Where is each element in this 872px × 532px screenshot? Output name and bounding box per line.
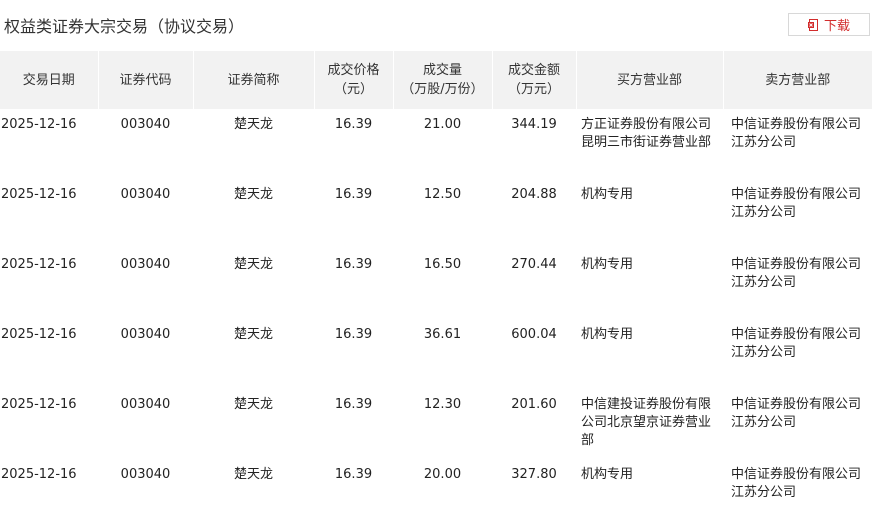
cell-security-code: 003040 <box>120 187 171 202</box>
header-seller-branch: 卖方营业部 <box>722 51 872 109</box>
cell-buyer-branch: 机构专用 <box>581 467 634 482</box>
table-row: 2025-12-16 003040 楚天龙 16.39 36.61 600.04… <box>0 319 872 389</box>
cell-price: 16.39 <box>334 257 373 272</box>
header-security-code: 证券代码 <box>97 51 193 109</box>
cell-buyer-branch: 方正证券股份有限公司昆明三市街证券营业部 <box>581 117 712 150</box>
cell-buyer-branch: 机构专用 <box>581 327 634 342</box>
cell-buyer-branch: 机构专用 <box>581 257 634 272</box>
download-file-icon <box>807 18 819 31</box>
header-buyer-branch: 买方营业部 <box>575 51 723 109</box>
cell-seller-branch: 中信证券股份有限公司江苏分公司 <box>731 257 862 290</box>
cell-security-name: 楚天龙 <box>233 257 273 272</box>
cell-volume: 36.61 <box>423 327 462 342</box>
table-row: 2025-12-16 003040 楚天龙 16.39 16.50 270.44… <box>0 249 872 319</box>
cell-amount: 600.04 <box>511 327 557 342</box>
block-trade-table: 交易日期 证券代码 证券简称 成交价格 （元） 成交量 （万股/万份） 成交金额 （万… <box>0 51 872 517</box>
cell-security-name: 楚天龙 <box>233 187 273 202</box>
cell-security-name: 楚天龙 <box>233 397 273 412</box>
cell-volume: 20.00 <box>423 467 462 482</box>
header-trade-date: 交易日期 <box>0 51 98 109</box>
header-price: 成交价格 （元） <box>313 51 393 109</box>
cell-security-code: 003040 <box>120 467 171 482</box>
table-row: 2025-12-16 003040 楚天龙 16.39 12.30 201.60… <box>0 389 872 459</box>
header-volume: 成交量 （万股/万份） <box>392 51 492 109</box>
cell-price: 16.39 <box>334 467 373 482</box>
cell-trade-date: 2025-12-16 <box>1 187 77 202</box>
cell-security-code: 003040 <box>120 257 171 272</box>
cell-price: 16.39 <box>334 187 373 202</box>
cell-buyer-branch: 中信建投证券股份有限公司北京望京证券营业部 <box>581 397 712 448</box>
table-header-row: 交易日期 证券代码 证券简称 成交价格 （元） 成交量 （万股/万份） 成交金额 （万… <box>0 51 872 109</box>
download-label: 下载 <box>823 19 850 34</box>
cell-seller-branch: 中信证券股份有限公司江苏分公司 <box>731 327 862 360</box>
cell-trade-date: 2025-12-16 <box>1 327 77 342</box>
cell-seller-branch: 中信证券股份有限公司江苏分公司 <box>731 187 862 220</box>
cell-security-name: 楚天龙 <box>233 327 273 342</box>
cell-price: 16.39 <box>334 117 373 132</box>
table-row: 2025-12-16 003040 楚天龙 16.39 21.00 344.19… <box>0 109 872 179</box>
page-title: 权益类证券大宗交易（协议交易） <box>4 17 245 36</box>
cell-seller-branch: 中信证券股份有限公司江苏分公司 <box>731 397 862 430</box>
cell-seller-branch: 中信证券股份有限公司江苏分公司 <box>731 467 862 500</box>
cell-amount: 204.88 <box>511 187 557 202</box>
cell-buyer-branch: 机构专用 <box>581 187 634 202</box>
download-button[interactable]: 下载 <box>788 13 870 36</box>
cell-amount: 344.19 <box>511 117 557 132</box>
cell-price: 16.39 <box>334 397 373 412</box>
cell-amount: 270.44 <box>511 257 557 272</box>
header-security-name: 证券简称 <box>192 51 314 109</box>
cell-trade-date: 2025-12-16 <box>1 397 77 412</box>
header-amount: 成交金额 （万元） <box>491 51 576 109</box>
cell-volume: 16.50 <box>423 257 462 272</box>
cell-security-code: 003040 <box>120 327 171 342</box>
cell-volume: 21.00 <box>423 117 462 132</box>
cell-volume: 12.50 <box>423 187 462 202</box>
table-row: 2025-12-16 003040 楚天龙 16.39 20.00 327.80… <box>0 459 872 517</box>
cell-seller-branch: 中信证券股份有限公司江苏分公司 <box>731 117 862 150</box>
page-header: 权益类证券大宗交易（协议交易） 下载 <box>0 0 872 50</box>
cell-trade-date: 2025-12-16 <box>1 257 77 272</box>
cell-security-code: 003040 <box>120 117 171 132</box>
cell-security-name: 楚天龙 <box>233 467 273 482</box>
cell-price: 16.39 <box>334 327 373 342</box>
cell-security-name: 楚天龙 <box>233 117 273 132</box>
cell-trade-date: 2025-12-16 <box>1 467 77 482</box>
cell-amount: 201.60 <box>511 397 557 412</box>
cell-volume: 12.30 <box>423 397 462 412</box>
table-row: 2025-12-16 003040 楚天龙 16.39 12.50 204.88… <box>0 179 872 249</box>
cell-trade-date: 2025-12-16 <box>1 117 77 132</box>
cell-security-code: 003040 <box>120 397 171 412</box>
cell-amount: 327.80 <box>511 467 557 482</box>
